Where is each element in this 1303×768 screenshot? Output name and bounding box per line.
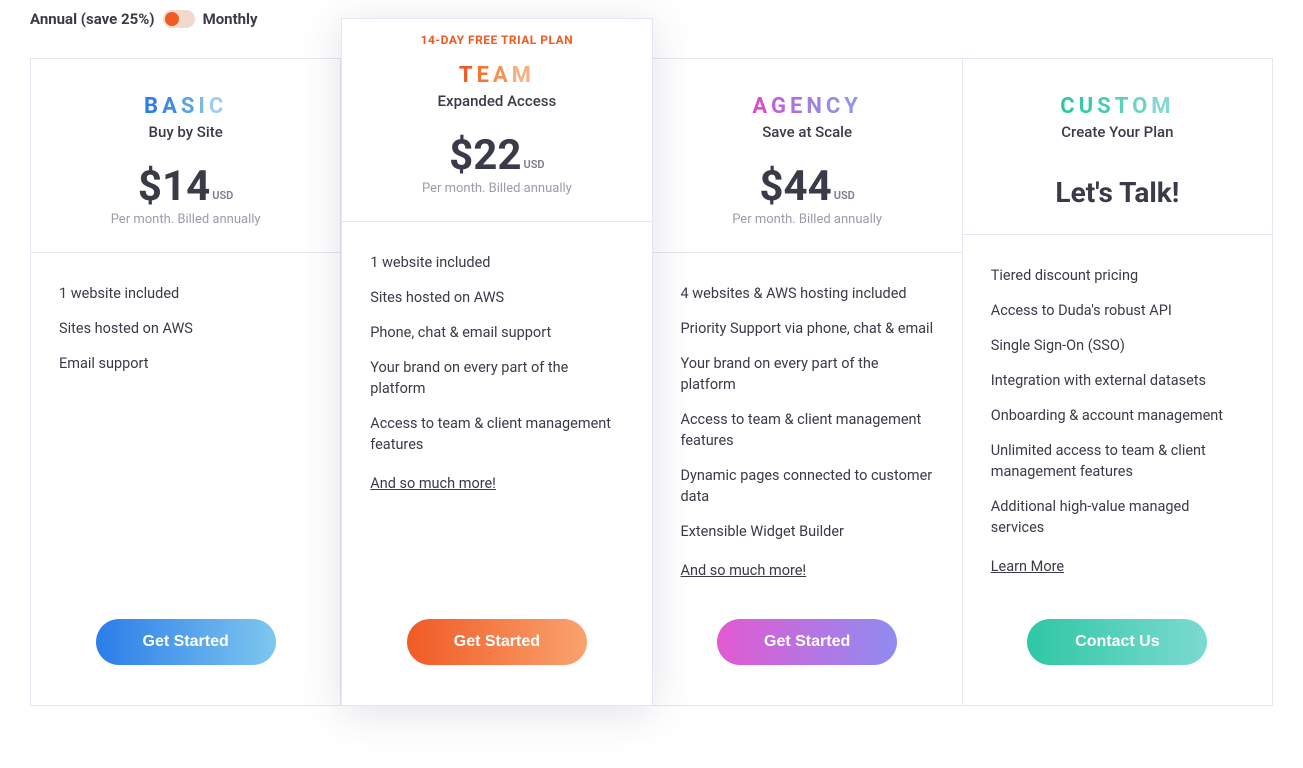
plan-team-subtitle: Expanded Access bbox=[362, 92, 631, 110]
plan-custom-subtitle: Create Your Plan bbox=[983, 123, 1252, 141]
plan-basic-price-row: $14 USD bbox=[51, 166, 320, 208]
plan-team-title: TEAM bbox=[362, 63, 631, 88]
pricing-plans: BASIC Buy by Site $14 USD Per month. Bil… bbox=[30, 58, 1273, 706]
list-item: 1 website included bbox=[59, 283, 312, 304]
plan-team-price-note: Per month. Billed annually bbox=[362, 181, 631, 196]
plan-basic-title: BASIC bbox=[51, 94, 320, 119]
plan-agency-cta-wrap: Get Started bbox=[653, 599, 962, 705]
plan-basic-currency: USD bbox=[212, 189, 233, 208]
list-item: Single Sign-On (SSO) bbox=[991, 335, 1244, 356]
plan-custom-title: CUSTOM bbox=[983, 94, 1252, 119]
plan-basic-price-note: Per month. Billed annually bbox=[51, 212, 320, 227]
plan-custom: CUSTOM Create Your Plan Let's Talk! Tier… bbox=[963, 58, 1273, 706]
plan-team-price-row: $22 USD bbox=[362, 135, 631, 177]
list-item: Priority Support via phone, chat & email bbox=[681, 318, 934, 339]
plan-team-features: 1 website included Sites hosted on AWS P… bbox=[342, 222, 651, 599]
list-item: Integration with external datasets bbox=[991, 370, 1244, 391]
list-item: Email support bbox=[59, 353, 312, 374]
plan-team-currency: USD bbox=[523, 158, 544, 177]
monthly-label: Monthly bbox=[203, 10, 258, 28]
get-started-basic-button[interactable]: Get Started bbox=[96, 619, 276, 665]
trial-banner: 14-DAY FREE TRIAL PLAN bbox=[342, 19, 651, 53]
plan-agency-price-row: $44 USD bbox=[673, 166, 942, 208]
plan-agency-currency: USD bbox=[834, 189, 855, 208]
annual-label-text: Annual bbox=[30, 10, 77, 28]
get-started-agency-button[interactable]: Get Started bbox=[717, 619, 897, 665]
plan-custom-features: Tiered discount pricing Access to Duda's… bbox=[963, 235, 1272, 599]
plan-basic-header: BASIC Buy by Site $14 USD Per month. Bil… bbox=[31, 59, 340, 253]
billing-toggle[interactable] bbox=[163, 10, 195, 28]
list-item: Onboarding & account management bbox=[991, 405, 1244, 426]
annual-label: Annual (save 25%) bbox=[30, 10, 155, 28]
plan-agency-price: $44 bbox=[759, 166, 831, 208]
plan-basic-features: 1 website included Sites hosted on AWS E… bbox=[31, 253, 340, 599]
plan-custom-lets-talk: Let's Talk! bbox=[983, 176, 1252, 209]
plan-agency: AGENCY Save at Scale $44 USD Per month. … bbox=[653, 58, 963, 706]
plan-agency-more-link[interactable]: And so much more! bbox=[681, 562, 807, 579]
plan-team: 14-DAY FREE TRIAL PLAN TEAM Expanded Acc… bbox=[341, 18, 652, 706]
list-item: Access to team & client management featu… bbox=[681, 409, 934, 451]
list-item: 1 website included bbox=[370, 252, 623, 273]
list-item: Access to Duda's robust API bbox=[991, 300, 1244, 321]
list-item: Phone, chat & email support bbox=[370, 322, 623, 343]
plan-team-price: $22 bbox=[449, 135, 521, 177]
plan-custom-more-link[interactable]: Learn More bbox=[991, 558, 1064, 575]
list-item: Extensible Widget Builder bbox=[681, 521, 934, 542]
plan-agency-subtitle: Save at Scale bbox=[673, 123, 942, 141]
list-item: Your brand on every part of the platform bbox=[370, 357, 623, 399]
plan-team-header: TEAM Expanded Access $22 USD Per month. … bbox=[342, 53, 651, 222]
contact-us-button[interactable]: Contact Us bbox=[1027, 619, 1207, 665]
list-item: 4 websites & AWS hosting included bbox=[681, 283, 934, 304]
plan-agency-features: 4 websites & AWS hosting included Priori… bbox=[653, 253, 962, 599]
plan-agency-price-note: Per month. Billed annually bbox=[673, 212, 942, 227]
plan-basic-cta-wrap: Get Started bbox=[31, 599, 340, 705]
get-started-team-button[interactable]: Get Started bbox=[407, 619, 587, 665]
list-item: Sites hosted on AWS bbox=[59, 318, 312, 339]
plan-agency-title: AGENCY bbox=[673, 94, 942, 119]
save-label: (save 25%) bbox=[77, 10, 155, 28]
list-item: Dynamic pages connected to customer data bbox=[681, 465, 934, 507]
list-item: Your brand on every part of the platform bbox=[681, 353, 934, 395]
list-item: Additional high-value managed services bbox=[991, 496, 1244, 538]
plan-basic-price: $14 bbox=[138, 166, 210, 208]
plan-team-more-link[interactable]: And so much more! bbox=[370, 475, 496, 492]
plan-agency-header: AGENCY Save at Scale $44 USD Per month. … bbox=[653, 59, 962, 253]
list-item: Access to team & client management featu… bbox=[370, 413, 623, 455]
plan-team-cta-wrap: Get Started bbox=[342, 599, 651, 705]
list-item: Unlimited access to team & client manage… bbox=[991, 440, 1244, 482]
plan-basic: BASIC Buy by Site $14 USD Per month. Bil… bbox=[30, 58, 341, 706]
list-item: Tiered discount pricing bbox=[991, 265, 1244, 286]
toggle-knob-icon bbox=[165, 12, 179, 26]
plan-custom-cta-wrap: Contact Us bbox=[963, 599, 1272, 705]
plan-custom-header: CUSTOM Create Your Plan Let's Talk! bbox=[963, 59, 1272, 235]
list-item: Sites hosted on AWS bbox=[370, 287, 623, 308]
plan-basic-subtitle: Buy by Site bbox=[51, 123, 320, 141]
